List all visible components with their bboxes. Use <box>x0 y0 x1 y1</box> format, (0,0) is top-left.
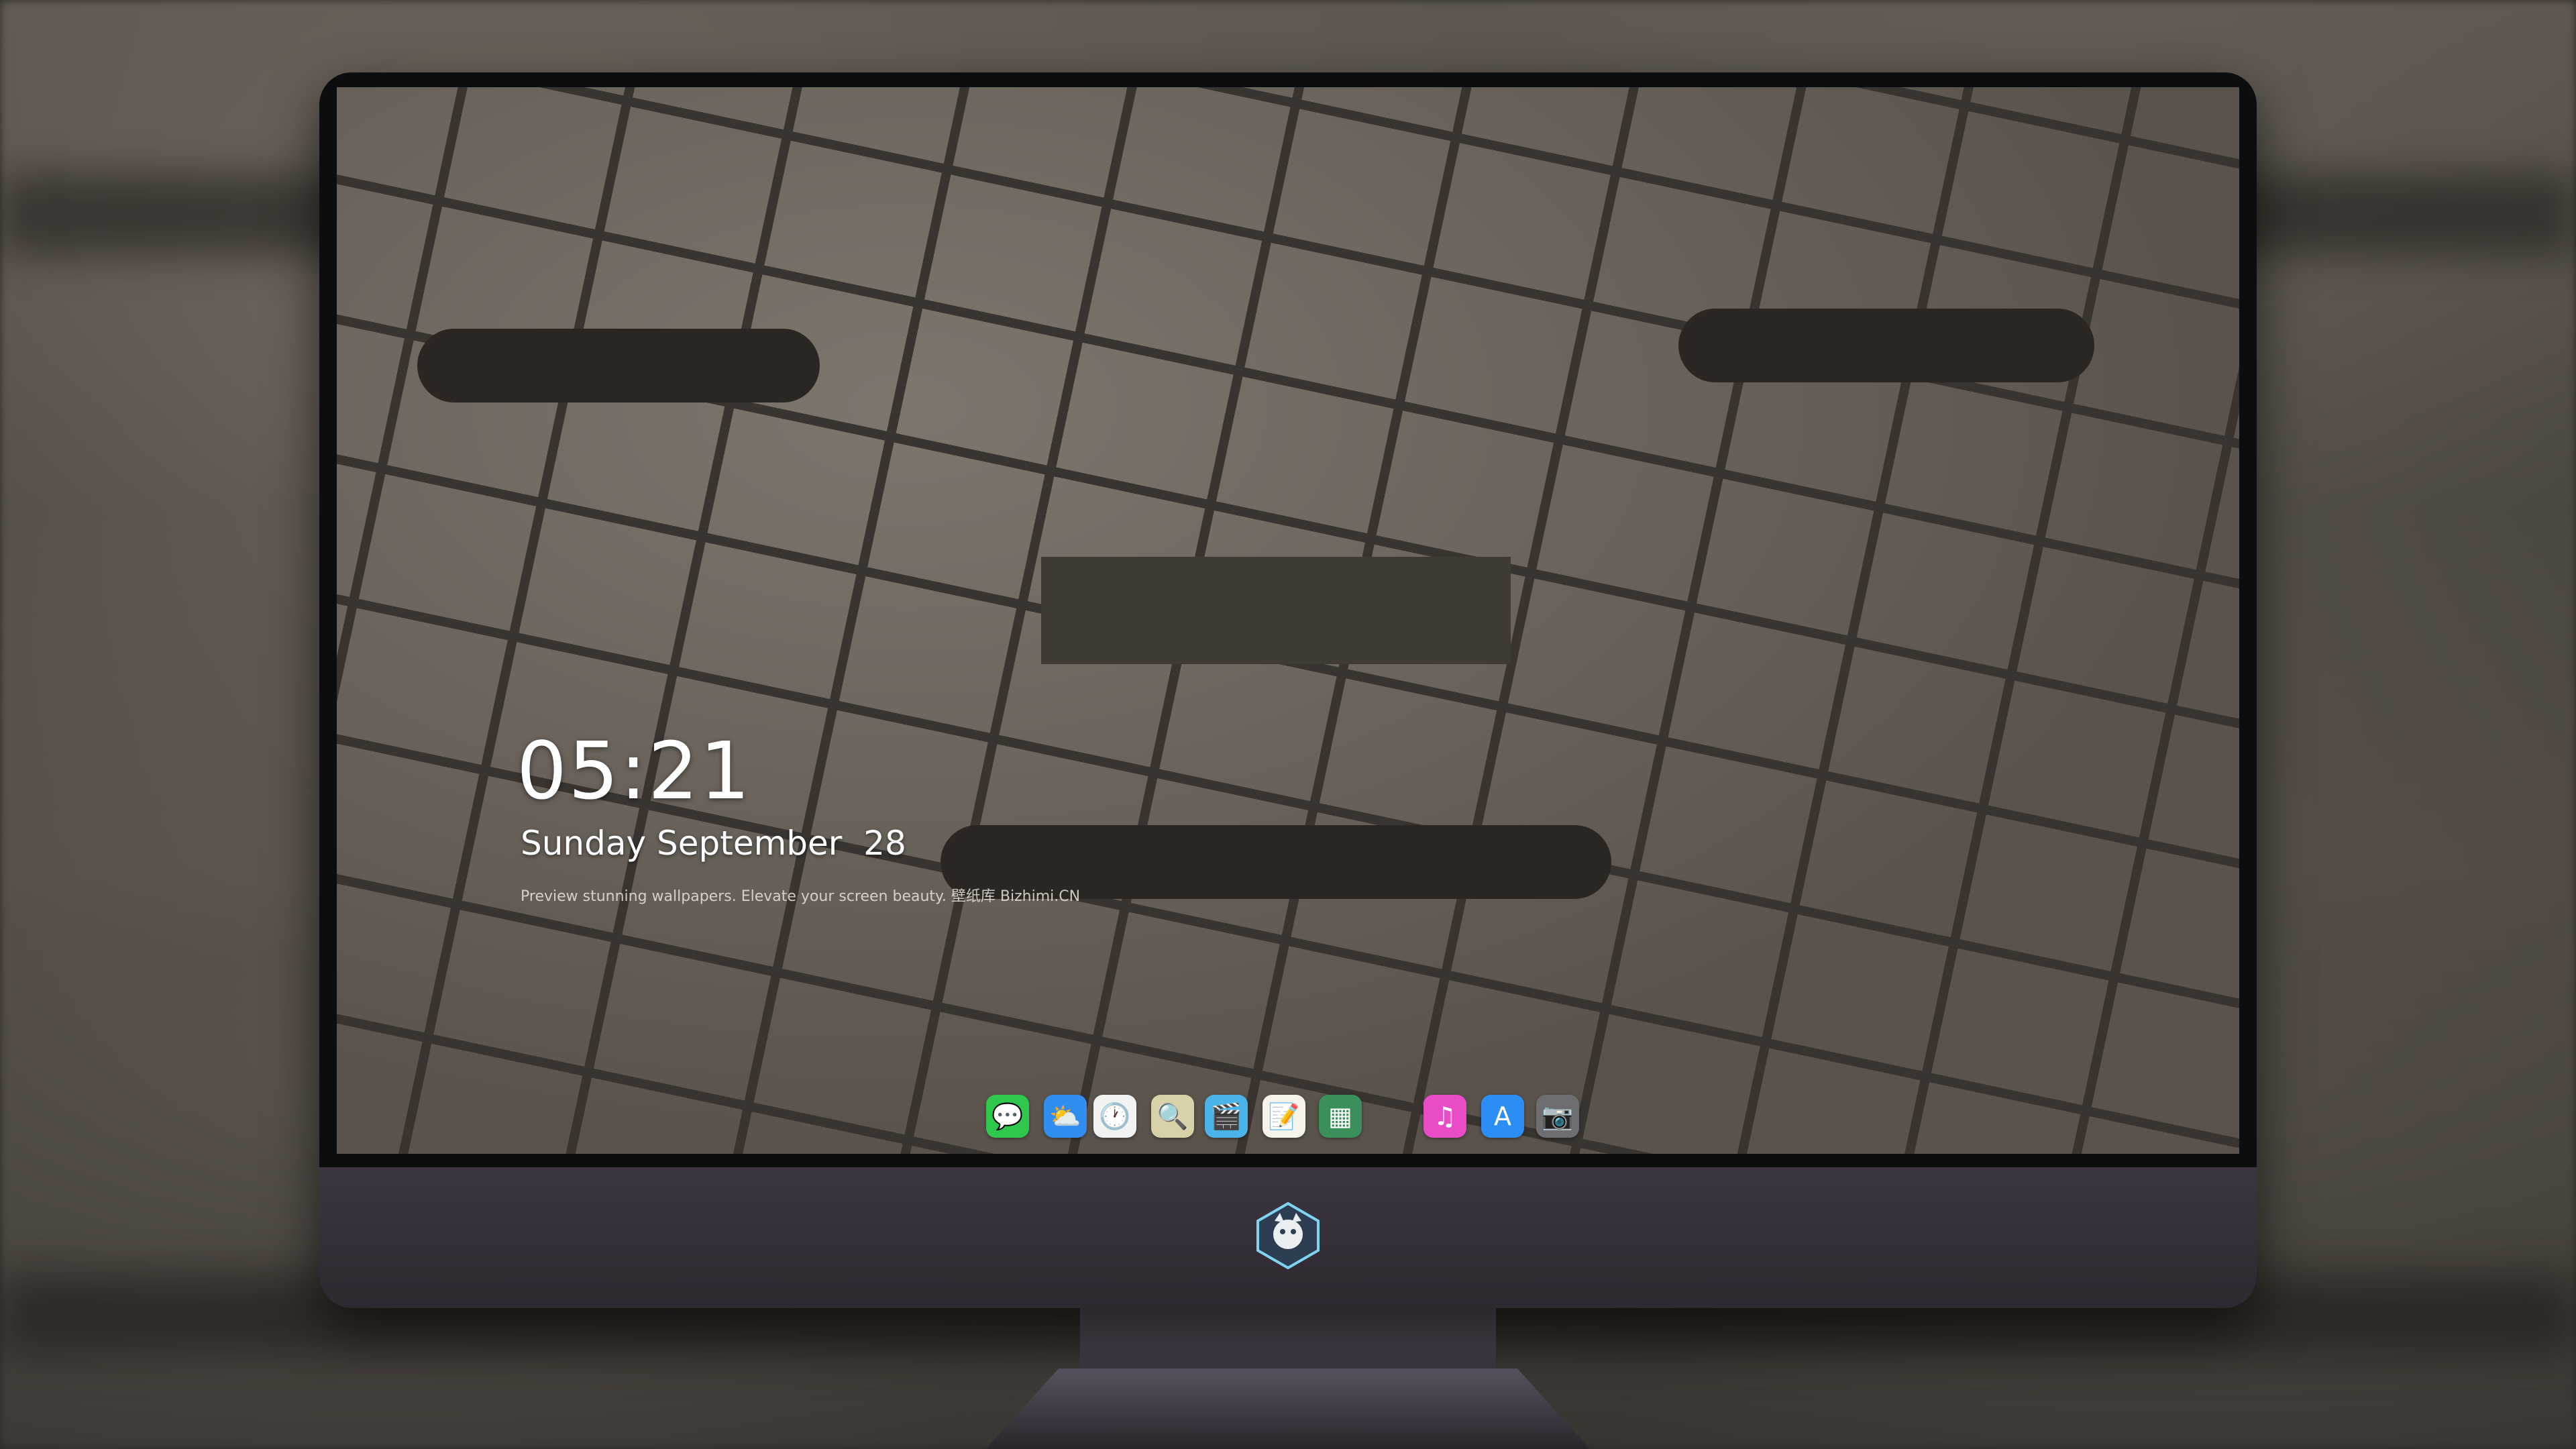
lock-tagline: Preview stunning wallpapers. Elevate you… <box>521 888 1081 905</box>
lock-clock: 05:21 <box>517 724 752 817</box>
weather-icon[interactable]: ⛅ <box>1044 1095 1087 1138</box>
lock-date: Sunday September 28 <box>521 824 906 863</box>
stone-nose-shadow <box>1041 557 1511 664</box>
photo-booth-icon[interactable]: ▦ <box>1319 1095 1362 1138</box>
monitor-screen: 05:21 Sunday September 28 Preview stunni… <box>337 87 2239 1154</box>
preview-icon[interactable]: 🔍 <box>1151 1095 1194 1138</box>
brand-logo-icon <box>1254 1201 1322 1270</box>
messages-icon[interactable]: 💬 <box>986 1095 1029 1138</box>
dock: 💬 ⛅ 🕐 🔍 🎬 📝 ▦ ♫ A 📷 <box>986 1087 1590 1154</box>
camera-icon[interactable]: 📷 <box>1536 1095 1579 1138</box>
music-icon[interactable]: ♫ <box>1424 1095 1466 1138</box>
stone-eye-right <box>1678 309 2094 382</box>
monitor-stand-base <box>986 1368 1590 1449</box>
app-store-icon[interactable]: A <box>1481 1095 1524 1138</box>
clips-icon[interactable]: 🎬 <box>1205 1095 1248 1138</box>
stone-eye-left <box>417 329 820 402</box>
notes-icon[interactable]: 📝 <box>1263 1095 1305 1138</box>
clock-icon[interactable]: 🕐 <box>1093 1095 1136 1138</box>
